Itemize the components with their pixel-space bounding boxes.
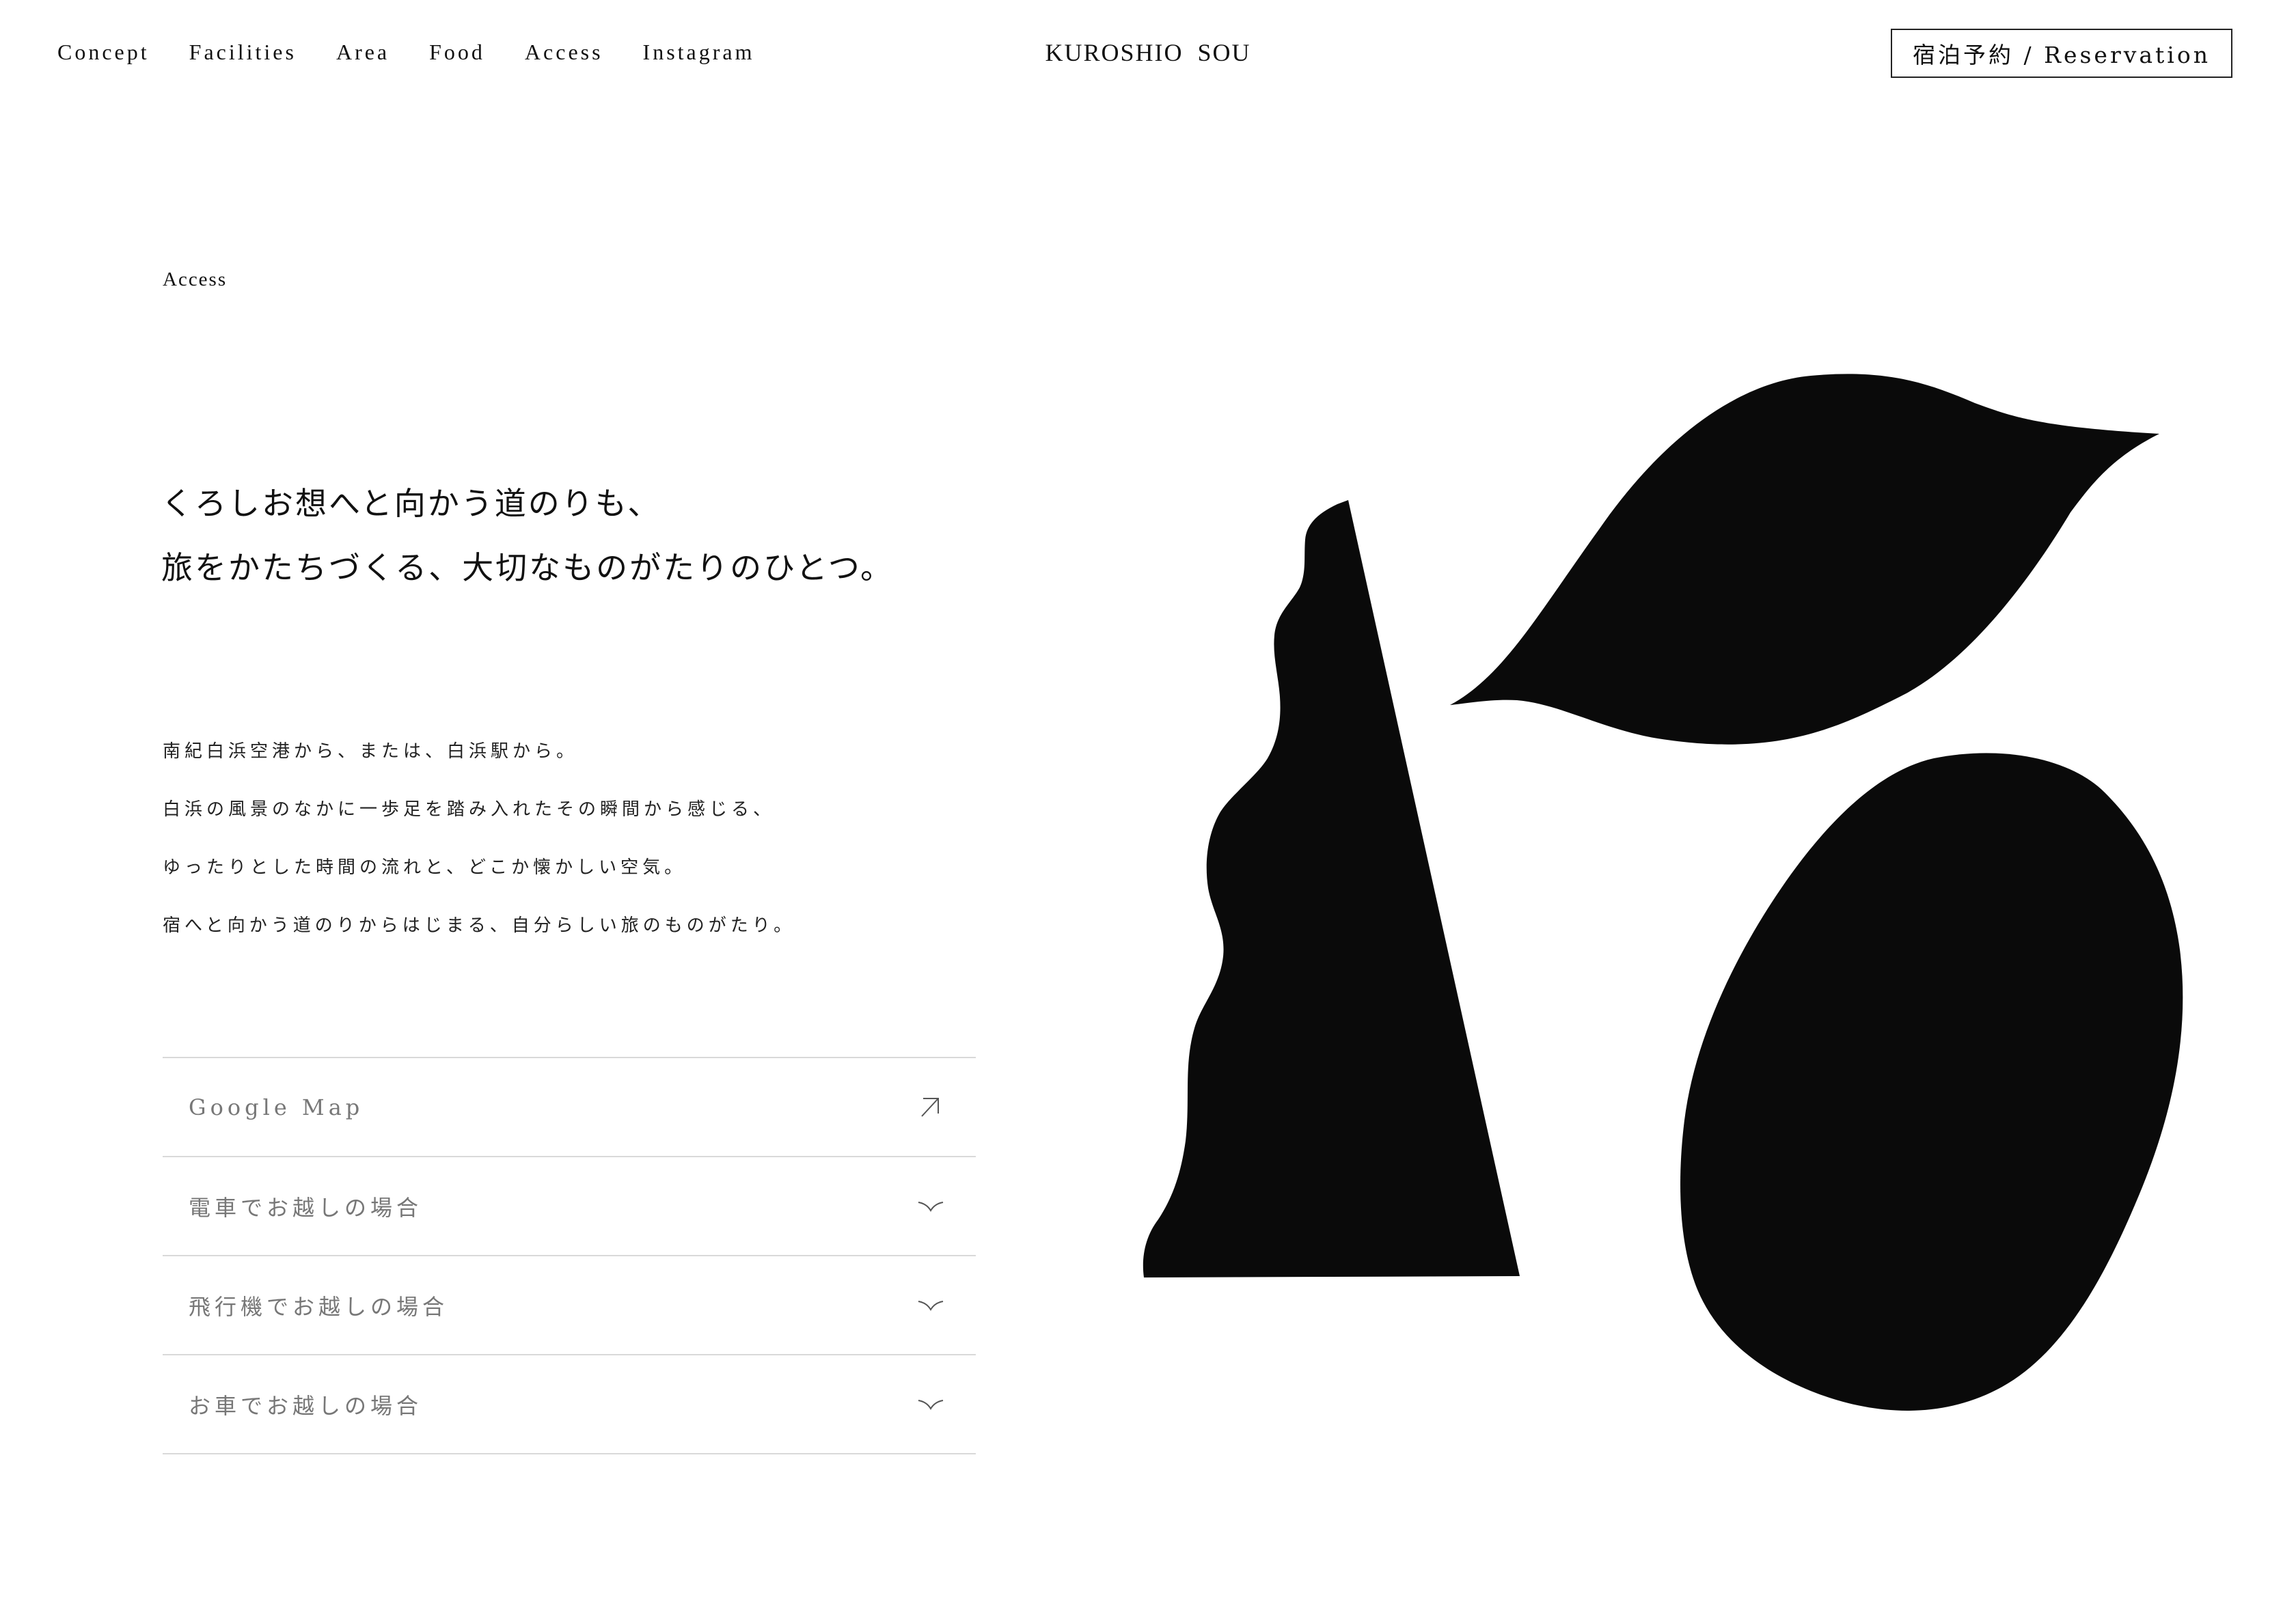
intro-line: ゆったりとした時間の流れと、どこか懐かしい空気。 [163, 857, 687, 878]
access-item-label: Google Map [189, 1094, 364, 1120]
chevron-down-icon [917, 1292, 944, 1319]
page-headline: くろしお想へと向かう道のりも、 旅をかたちづくる、大切なものがたりのひとつ。 [161, 471, 1050, 600]
airplane-access-toggle[interactable]: 飛行機でお越しの場合 [163, 1256, 976, 1355]
car-access-toggle[interactable]: お車でお越しの場合 [163, 1355, 976, 1454]
headline-line: 旅をかたちづくる、大切なものがたりのひとつ。 [161, 549, 894, 586]
access-options-list: Google Map 電車でお越しの場合 飛行機でお越しの場合 お車でお越しの場… [163, 1057, 976, 1454]
access-item-label: 電車でお越しの場合 [189, 1194, 423, 1221]
chevron-down-icon [917, 1391, 944, 1418]
leaf-shape [1450, 374, 2159, 745]
intro-line: 白浜の風景のなかに一歩足を踏み入れたその瞬間から感じる、 [163, 799, 776, 820]
train-access-toggle[interactable]: 電車でお越しの場合 [163, 1157, 976, 1256]
section-label: Access [163, 268, 228, 290]
intro-paragraph: 南紀白浜空港から、または、白浜駅から。 白浜の風景のなかに一歩足を踏み入れたその… [163, 723, 1051, 955]
access-item-label: 飛行機でお越しの場合 [189, 1293, 449, 1320]
access-item-label: お車でお越しの場合 [189, 1392, 423, 1419]
google-map-link[interactable]: Google Map [163, 1058, 976, 1157]
mountain-shape [1143, 500, 1520, 1277]
decorative-shapes-illustration [1143, 374, 2183, 1411]
external-link-arrow-icon [917, 1094, 944, 1121]
chevron-down-icon [917, 1193, 944, 1220]
intro-line: 宿へと向かう道のりからはじまる、自分らしい旅のものがたり。 [163, 915, 796, 936]
reservation-button[interactable]: 宿泊予約 / Reservation [1891, 29, 2232, 78]
oval-shape [1680, 753, 2183, 1411]
headline-line: くろしお想へと向かう道のりも、 [161, 485, 661, 522]
intro-line: 南紀白浜空港から、または、白浜駅から。 [163, 741, 579, 762]
